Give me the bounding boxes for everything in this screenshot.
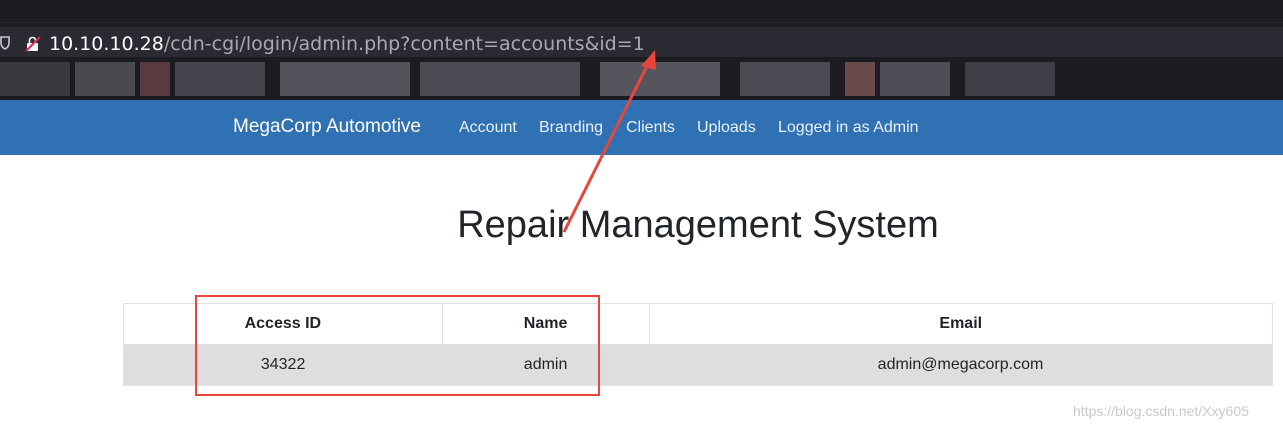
cell-email: admin@megacorp.com <box>649 344 1273 386</box>
watermark: https://blog.csdn.net/Xxy605 <box>1073 403 1249 419</box>
shield-icon[interactable] <box>0 36 10 50</box>
url-text[interactable]: 10.10.10.28/cdn-cgi/login/admin.php?cont… <box>49 33 645 55</box>
browser-url-bar: 10.10.10.28/cdn-cgi/login/admin.php?cont… <box>0 22 1283 60</box>
blurred-bookmarks-bar <box>0 60 1283 100</box>
nav-link-uploads[interactable]: Uploads <box>697 118 756 137</box>
annotation-highlight-box <box>195 295 600 396</box>
insecure-lock-icon[interactable] <box>25 36 41 52</box>
nav-link-logged-in[interactable]: Logged in as Admin <box>778 118 919 137</box>
nav-link-clients[interactable]: Clients <box>626 118 675 137</box>
column-header-email: Email <box>648 303 1273 345</box>
browser-tab-strip <box>0 0 1283 22</box>
url-path: /cdn-cgi/login/admin.php?content=account… <box>163 33 645 55</box>
nav-link-account[interactable]: Account <box>459 118 517 137</box>
navbar-brand[interactable]: MegaCorp Automotive <box>233 116 421 138</box>
address-field[interactable]: 10.10.10.28/cdn-cgi/login/admin.php?cont… <box>0 27 1283 57</box>
site-navbar: MegaCorp Automotive Account Branding Cli… <box>0 100 1283 155</box>
page-title: Repair Management System <box>457 204 939 246</box>
url-host: 10.10.10.28 <box>49 33 164 55</box>
nav-link-branding[interactable]: Branding <box>539 118 603 137</box>
